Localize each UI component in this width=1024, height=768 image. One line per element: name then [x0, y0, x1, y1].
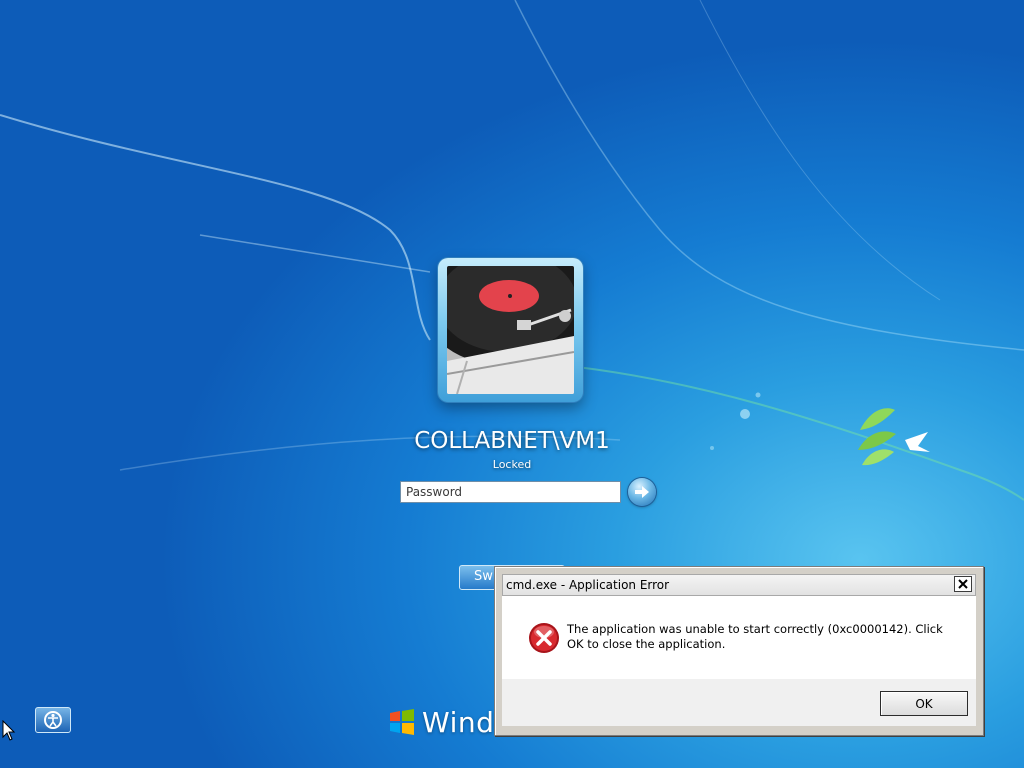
- lock-status: Locked: [492, 458, 532, 471]
- dialog-message: The application was unable to start corr…: [567, 622, 943, 651]
- ok-button[interactable]: OK: [880, 691, 968, 716]
- windows-logo-icon: [390, 709, 414, 735]
- dialog-close-button[interactable]: [954, 576, 972, 592]
- submit-arrow-button[interactable]: [628, 478, 656, 506]
- ease-of-access-icon: [44, 711, 62, 729]
- dialog-body: The application was unable to start corr…: [502, 596, 976, 679]
- dialog-titlebar[interactable]: cmd.exe - Application Error: [502, 574, 976, 596]
- ease-of-access-button[interactable]: [35, 707, 71, 733]
- user-tile[interactable]: [438, 258, 583, 402]
- password-input[interactable]: [400, 481, 621, 503]
- dialog-footer: OK: [502, 679, 976, 726]
- error-icon: [529, 623, 559, 653]
- application-error-dialog: cmd.exe - Application Error The applicat…: [494, 566, 984, 736]
- user-account-picture: [447, 266, 574, 394]
- lock-screen: COLLABNET\VM1 Locked Switch User Windows…: [0, 0, 1024, 768]
- user-name: COLLABNET\VM1: [414, 428, 610, 454]
- mouse-cursor-icon: [2, 720, 16, 741]
- arrow-right-icon: [635, 486, 649, 498]
- dialog-title: cmd.exe - Application Error: [506, 578, 670, 592]
- close-icon: [958, 579, 968, 589]
